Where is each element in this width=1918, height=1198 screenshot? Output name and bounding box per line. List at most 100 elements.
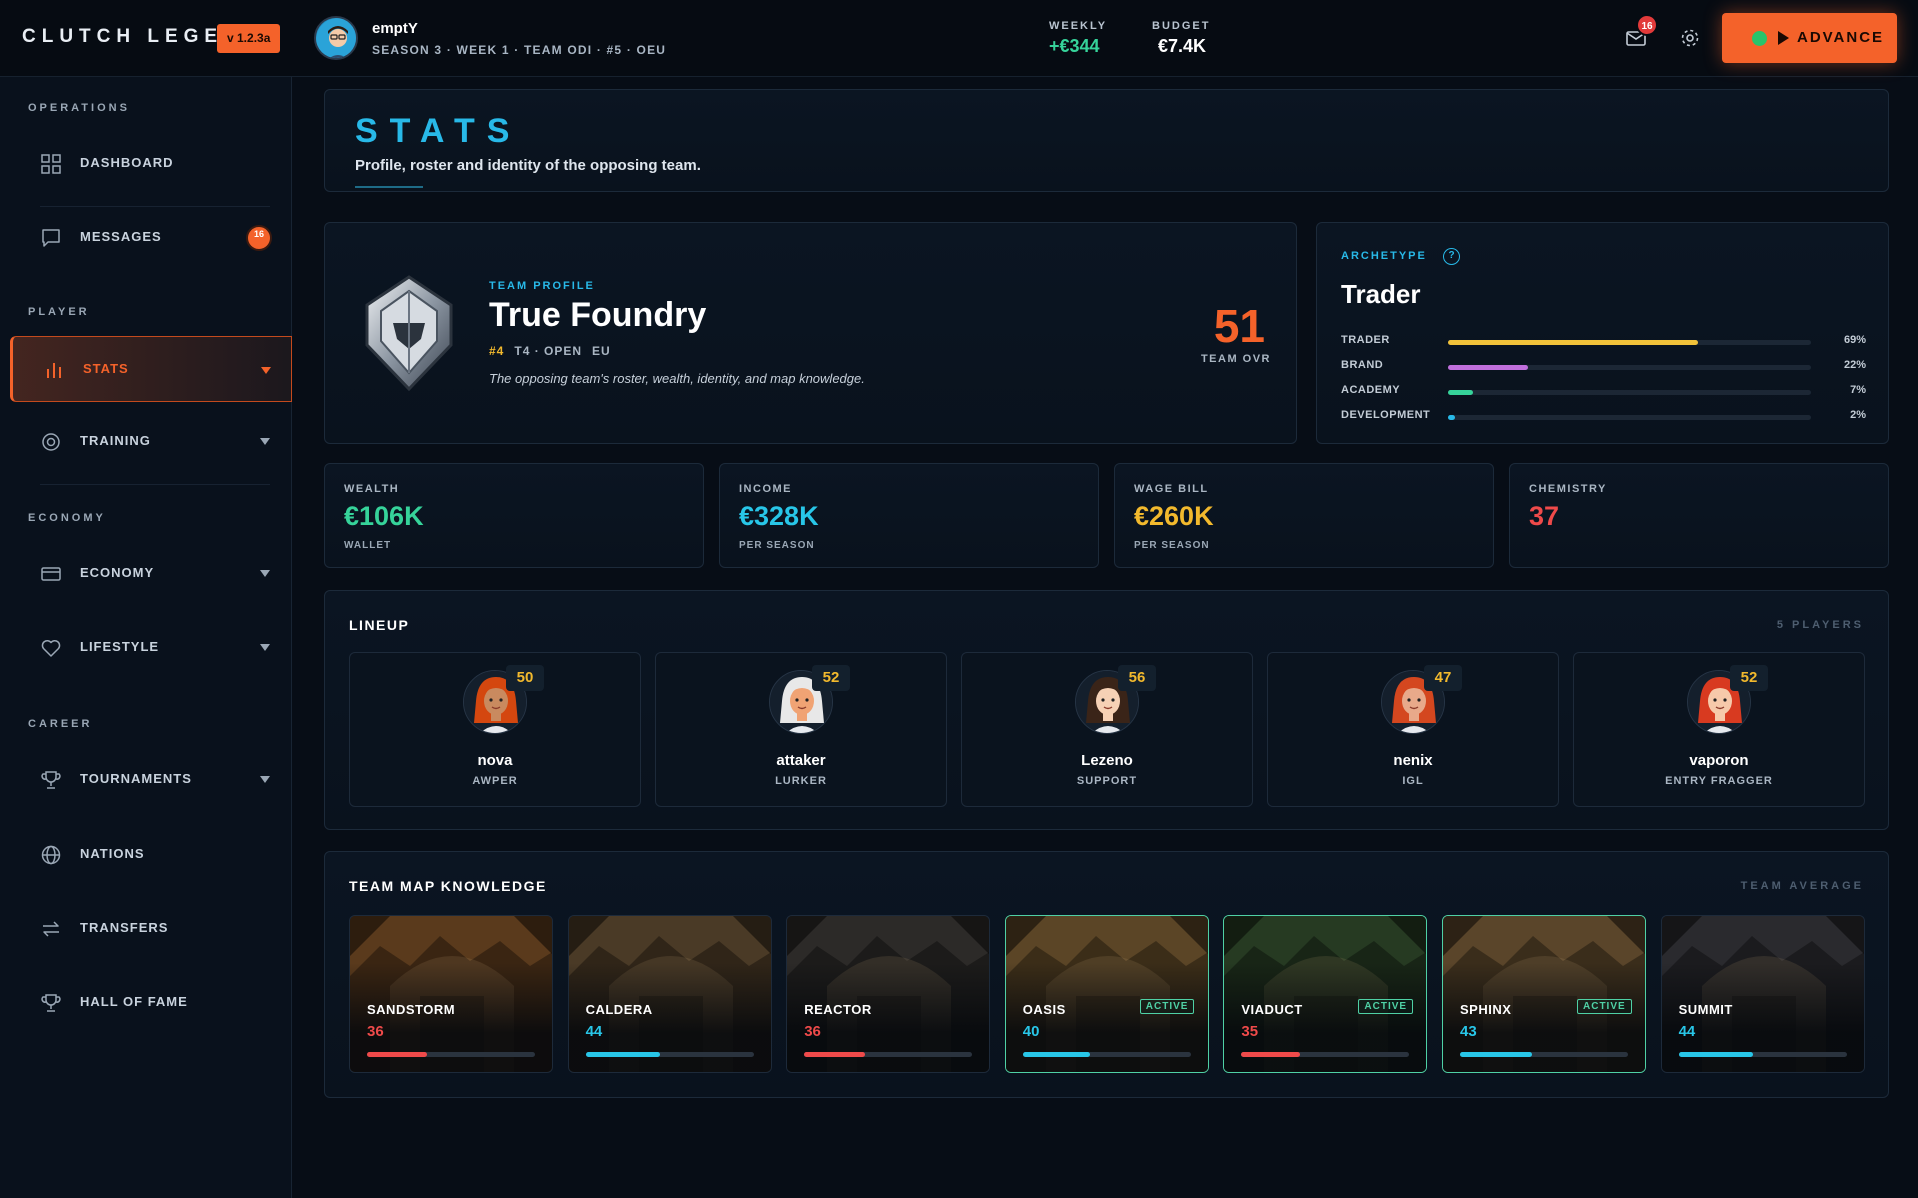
advance-button[interactable]: ADVANCE [1722, 13, 1897, 63]
map-bar-fill [1678, 1052, 1753, 1057]
map-card-oasis[interactable]: OASIS 40 ACTIVE [1004, 915, 1209, 1073]
archetype-row-name: BRAND [1341, 359, 1384, 371]
player-name: nova [477, 752, 513, 769]
top-bar: CLUTCH LEGEND v 1.2.3a emptY SEASON 3 · … [0, 0, 1918, 77]
chevron-down-icon[interactable] [260, 570, 270, 577]
map-name: SPHINX [1460, 1002, 1512, 1017]
grid-icon [41, 154, 61, 174]
avatar-icon [316, 18, 356, 58]
archetype-bar-fill [1448, 390, 1474, 395]
sidebar-item-label: TOURNAMENTS [80, 771, 192, 786]
map-knowledge-note: TEAM AVERAGE [1740, 880, 1864, 892]
player-ovr-badge: 56 [1118, 665, 1156, 691]
player-card[interactable]: 52 attaker LURKER [655, 652, 947, 807]
sidebar-item-label: TRANSFERS [80, 920, 169, 935]
weekly-label: WEEKLY [1049, 20, 1108, 32]
settings-button[interactable] [1678, 26, 1702, 50]
sidebar-item-economy[interactable]: ECONOMY [10, 543, 292, 605]
sidebar-item-messages[interactable]: MESSAGES 16 [10, 207, 292, 269]
sidebar-item-label: MESSAGES [80, 229, 162, 244]
map-bar-fill [804, 1052, 865, 1057]
map-card-reactor[interactable]: REACTOR 36 [786, 915, 991, 1073]
archetype-row-percent: 7% [1850, 384, 1866, 396]
sidebar-item-label: DASHBOARD [80, 155, 174, 170]
map-bar-fill [585, 1052, 660, 1057]
archetype-card: ARCHETYPE ? Trader TRADER 69% BRAND 22% ACAD… [1316, 222, 1889, 444]
player-card[interactable]: 56 Lezeno SUPPORT [961, 652, 1253, 807]
chevron-down-icon[interactable] [260, 438, 270, 445]
player-card[interactable]: 52 vaporon ENTRY FRAGGER [1573, 652, 1865, 807]
map-name: REACTOR [804, 1002, 872, 1017]
kpi-value: €260K [1134, 501, 1214, 531]
archetype-bar-track [1448, 365, 1811, 370]
map-card-summit[interactable]: SUMMIT 44 [1660, 915, 1865, 1073]
lineup-count: 5 PLAYERS [1776, 619, 1864, 631]
map-name: SANDSTORM [367, 1002, 456, 1017]
player-name: vaporon [1689, 752, 1749, 769]
map-shade [350, 916, 552, 1072]
bar-chart-icon [47, 363, 61, 378]
sidebar-item-dashboard[interactable]: DASHBOARD [10, 133, 292, 207]
kpi-label: INCOME [739, 483, 792, 495]
map-card-caldera[interactable]: CALDERA 44 [567, 915, 772, 1073]
gear-icon [1681, 29, 1699, 47]
chevron-down-icon[interactable] [260, 776, 270, 783]
map-name: VIADUCT [1241, 1002, 1303, 1017]
map-bar-track [1678, 1052, 1847, 1057]
map-card-sandstorm[interactable]: SANDSTORM 36 [349, 915, 553, 1073]
map-bar-track [1460, 1052, 1628, 1057]
mail-count-badge: 16 [1636, 14, 1658, 36]
sidebar-item-label: NATIONS [80, 846, 145, 861]
player-ovr-badge: 52 [1730, 665, 1768, 691]
team-ovr-value: 51 [1213, 300, 1265, 352]
team-tier: T4 · OPEN [514, 344, 583, 358]
page-subtitle: Profile, roster and identity of the oppo… [355, 157, 701, 174]
archetype-bar-fill [1448, 340, 1699, 345]
map-name: OASIS [1022, 1002, 1066, 1017]
kpi-card-chemistry: CHEMISTRY 37 [1509, 463, 1889, 568]
archetype-label: ARCHETYPE [1341, 250, 1427, 262]
team-ovr-label: TEAM OVR [1200, 353, 1271, 365]
sidebar-item-nations[interactable]: NATIONS [10, 824, 292, 886]
sidebar-item-tournaments[interactable]: TOURNAMENTS [10, 749, 292, 811]
player-name: attaker [776, 752, 826, 769]
chevron-down-icon[interactable] [261, 367, 271, 374]
archetype-row-name: TRADER [1341, 334, 1390, 346]
sidebar-item-stats[interactable]: STATS [10, 336, 292, 402]
archetype-row: ACADEMY 7% [1341, 384, 1866, 400]
map-card-sphinx[interactable]: SPHINX 43 ACTIVE [1442, 915, 1646, 1073]
map-card-viaduct[interactable]: VIADUCT 35 ACTIVE [1223, 915, 1428, 1073]
section-career: CAREER [28, 718, 93, 730]
lineup-title: LINEUP [349, 617, 410, 633]
help-icon[interactable]: ? [1443, 248, 1460, 265]
map-value: 36 [367, 1023, 384, 1040]
section-operations: OPERATIONS [28, 102, 130, 114]
map-value: 44 [585, 1023, 603, 1040]
sidebar-item-training[interactable]: TRAINING [10, 411, 292, 485]
map-active-badge: ACTIVE [1139, 999, 1195, 1014]
team-meta: #4 T4 · OPEN EU [489, 344, 611, 358]
archetype-bar-track [1448, 415, 1811, 420]
weekly-value: +€344 [1049, 36, 1100, 56]
sidebar: OPERATIONS DASHBOARD MESSAGES 16 PLAYER … [0, 77, 292, 1198]
kpi-label: CHEMISTRY [1529, 483, 1607, 495]
kpi-card-wage-bill: WAGE BILL €260K PER SEASON [1114, 463, 1494, 568]
archetype-bar-track [1448, 390, 1811, 395]
kpi-card-income: INCOME €328K PER SEASON [719, 463, 1099, 568]
chevron-down-icon[interactable] [260, 644, 270, 651]
player-card[interactable]: 47 nenix IGL [1267, 652, 1559, 807]
sidebar-item-lifestyle[interactable]: LIFESTYLE [10, 617, 292, 679]
team-region: EU [592, 344, 611, 358]
archetype-row-percent: 2% [1850, 409, 1866, 421]
messages-badge: 16 [246, 225, 272, 251]
map-bar-track [585, 1052, 754, 1057]
trophy-icon [41, 771, 61, 789]
sidebar-item-transfers[interactable]: TRANSFERS [10, 898, 292, 960]
version-badge: v 1.2.3a [217, 24, 281, 53]
user-subtitle: SEASON 3 · WEEK 1 · TEAM ODI · #5 · OEU [372, 43, 667, 57]
player-role: LURKER [775, 775, 827, 787]
user-avatar[interactable] [314, 16, 358, 60]
player-card[interactable]: 50 nova AWPER [349, 652, 641, 807]
sidebar-item-hall-of-fame[interactable]: HALL OF FAME [10, 972, 292, 1034]
archetype-row-name: DEVELOPMENT [1341, 409, 1431, 421]
